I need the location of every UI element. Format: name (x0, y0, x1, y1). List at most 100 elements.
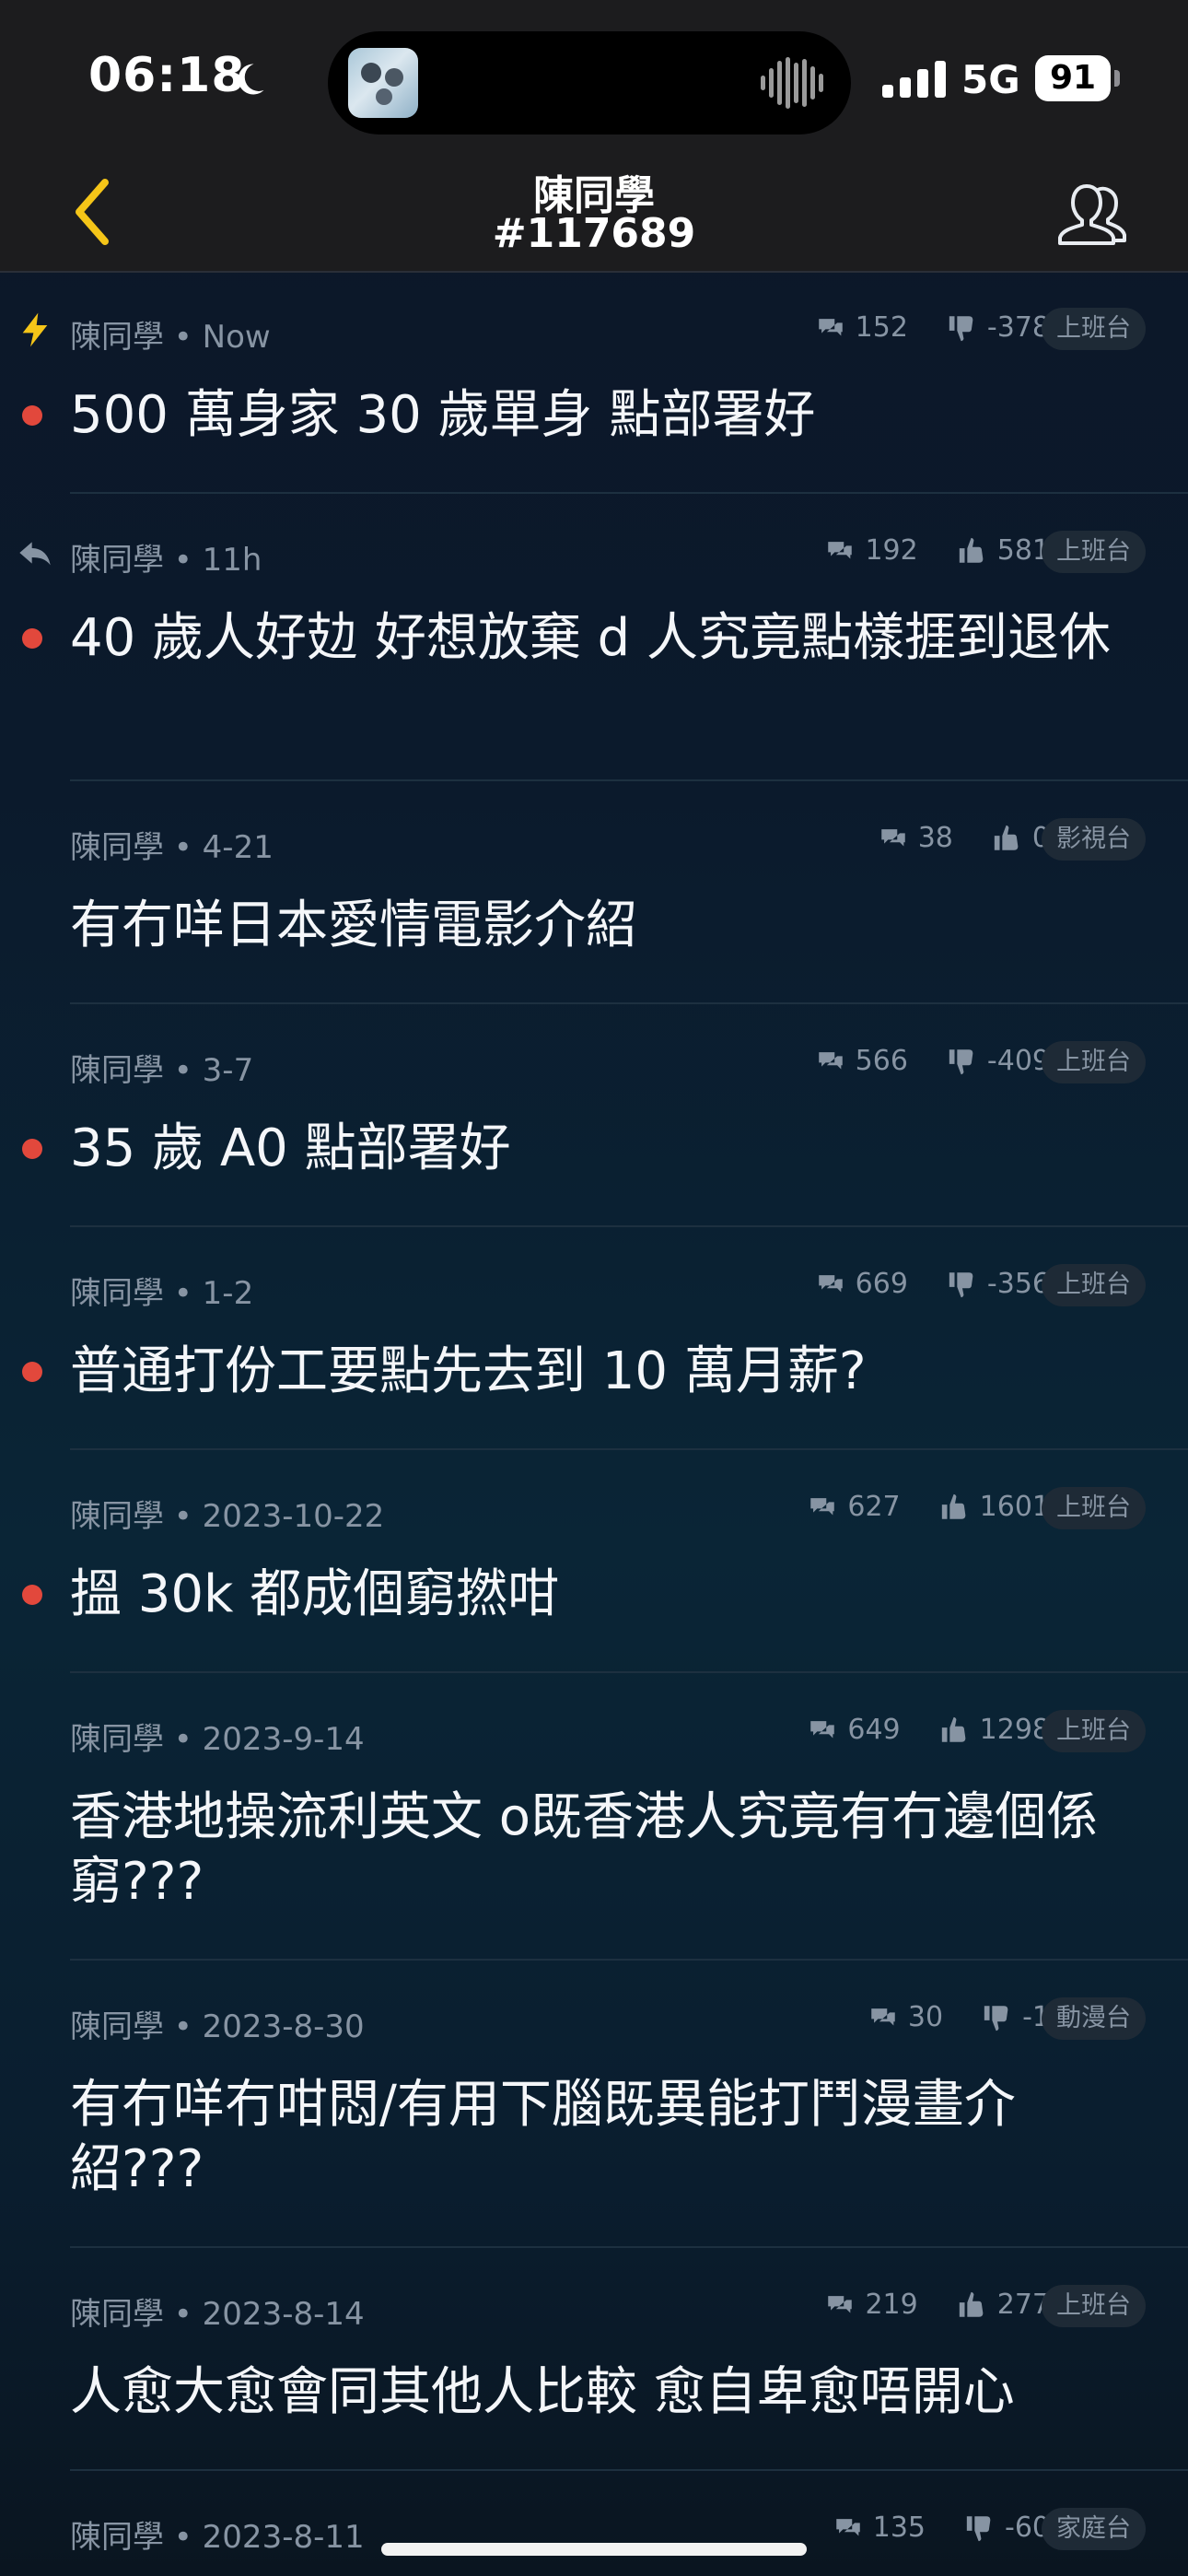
thumbs-down-icon (966, 2515, 991, 2541)
divider (70, 1671, 1188, 1673)
thumbs-up-icon (941, 1493, 965, 1519)
comment-count: 192 (865, 534, 918, 567)
post-title[interactable]: 香港地操流利英文 o既香港人究竟有冇邊個係窮??? (70, 1786, 1138, 1914)
post-time: 4-21 (202, 829, 274, 866)
comment-count: 38 (917, 822, 953, 854)
divider (70, 492, 1188, 494)
board-tag[interactable]: 上班台 (1042, 1264, 1146, 1306)
vote-score: -409 (986, 1045, 1050, 1077)
comment-icon (810, 1720, 835, 1738)
comment-icon (835, 2518, 860, 2535)
post-author[interactable]: 陳同學 (70, 2296, 164, 2333)
post-title[interactable]: 有冇咩冇咁悶/有用下腦既異能打鬥漫畫介紹??? (70, 2073, 1138, 2202)
post-item[interactable]: 陳同學 • 3-7 566 -409 上班台 35 歲 A0 點部署好 (0, 1006, 1188, 1227)
post-item[interactable]: 陳同學 • Now 152 -378 上班台 500 萬身家 30 歲單身 點部… (0, 273, 1188, 494)
post-item[interactable]: 陳同學 • 4-21 38 0 影視台 有冇咩日本愛情電影介紹 (0, 783, 1188, 1004)
comment-count: 30 (907, 2001, 944, 2033)
network-type: 5G (961, 57, 1020, 102)
comment-count: 649 (847, 1714, 901, 1746)
board-tag[interactable]: 上班台 (1042, 1041, 1146, 1083)
post-author[interactable]: 陳同學 (70, 829, 164, 866)
post-stats: 192 581 (824, 534, 1050, 567)
users-icon[interactable] (1050, 177, 1127, 247)
unread-indicator (22, 628, 42, 649)
post-meta[interactable]: 陳同學 • 11h (70, 534, 262, 580)
now-playing-artwork (348, 48, 418, 118)
post-item[interactable]: 陳同學 • 2023-8-30 30 -1 動漫台 有冇咩冇咁悶/有用下腦既異能… (0, 1962, 1188, 2248)
post-author[interactable]: 陳同學 (70, 1498, 164, 1535)
board-tag[interactable]: 上班台 (1042, 308, 1146, 350)
post-item[interactable]: 陳同學 • 1-2 669 -356 上班台 普通打份工要點先去到 10 萬月薪… (0, 1229, 1188, 1450)
board-tag[interactable]: 上班台 (1042, 2285, 1146, 2327)
post-item[interactable]: 陳同學 • 2023-10-22 627 1601 上班台 搵 30k 都成個窮… (0, 1452, 1188, 1673)
post-meta[interactable]: 陳同學 • 4-21 (70, 822, 274, 867)
post-time: 11h (202, 542, 262, 579)
post-author[interactable]: 陳同學 (70, 319, 164, 356)
post-title[interactable]: 500 萬身家 30 歲單身 點部署好 (70, 383, 1138, 448)
comment-count: 669 (855, 1268, 908, 1300)
post-meta[interactable]: 陳同學 • 2023-10-22 (70, 1491, 384, 1536)
vote-score: 1601 (979, 1491, 1050, 1523)
post-item[interactable]: 陳同學 • 2023-8-11 135 -60 家庭台 (0, 2473, 1188, 2576)
thumbs-down-icon (949, 1048, 973, 1074)
post-stats: 566 -409 (815, 1045, 1050, 1077)
comment-count: 219 (865, 2289, 918, 2321)
post-item[interactable]: 陳同學 • 2023-9-14 649 1298 上班台 香港地操流利英文 o既… (0, 1675, 1188, 1961)
home-indicator[interactable] (381, 2543, 807, 2556)
profile-posts-screen: 06:18 5G 91 陳同學 #117689 陳同學 • Now 152 -3… (0, 0, 1188, 2576)
comment-count: 135 (872, 2512, 926, 2544)
post-meta[interactable]: 陳同學 • 2023-9-14 (70, 1714, 365, 1759)
post-stats: 669 -356 (815, 1268, 1050, 1300)
post-time: 2023-8-30 (202, 2008, 365, 2045)
thumbs-up-icon (994, 825, 1019, 850)
comment-icon (880, 828, 905, 846)
comment-count: 627 (847, 1491, 901, 1523)
post-author[interactable]: 陳同學 (70, 1721, 164, 1758)
comment-icon (810, 1497, 835, 1515)
comment-icon (828, 2295, 853, 2313)
post-meta[interactable]: 陳同學 • 2023-8-14 (70, 2289, 365, 2334)
dynamic-island[interactable] (328, 31, 851, 135)
divider (70, 2246, 1188, 2248)
unread-indicator (22, 1362, 42, 1382)
board-tag[interactable]: 家庭台 (1042, 2508, 1146, 2550)
status-bar: 06:18 5G 91 (0, 0, 1188, 155)
post-title[interactable]: 有冇咩日本愛情電影介紹 (70, 894, 1138, 958)
moon-icon (238, 64, 264, 95)
post-title[interactable]: 人愈大愈會同其他人比較 愈自卑愈唔開心 (70, 2360, 1138, 2425)
comment-count: 152 (855, 311, 908, 344)
post-title[interactable]: 35 歲 A0 點部署好 (70, 1117, 1138, 1181)
post-title[interactable]: 搵 30k 都成個窮撚咁 (70, 1563, 1138, 1627)
post-title[interactable]: 普通打份工要點先去到 10 萬月薪? (70, 1340, 1138, 1404)
waveform-icon (761, 57, 823, 109)
nav-header: 陳同學 #117689 (0, 155, 1188, 273)
thumbs-up-icon (959, 537, 984, 563)
post-author[interactable]: 陳同學 (70, 1275, 164, 1312)
post-meta[interactable]: 陳同學 • 2023-8-30 (70, 2001, 365, 2046)
post-meta[interactable]: 陳同學 • Now (70, 311, 271, 357)
board-tag[interactable]: 上班台 (1042, 1487, 1146, 1529)
post-meta[interactable]: 陳同學 • 2023-8-11 (70, 2512, 365, 2557)
comment-icon (818, 1051, 843, 1069)
post-stats: 135 -60 (833, 2512, 1050, 2544)
post-item[interactable]: 陳同學 • 11h 192 581 上班台 40 歲人好攰 好想放棄 d 人究竟… (0, 496, 1188, 781)
post-author[interactable]: 陳同學 (70, 542, 164, 579)
post-title[interactable]: 40 歲人好攰 好想放棄 d 人究竟點樣捱到退休 (70, 606, 1138, 671)
post-item[interactable]: 陳同學 • 2023-8-14 219 277 上班台 人愈大愈會同其他人比較 … (0, 2250, 1188, 2471)
post-time: Now (202, 319, 271, 356)
thumbs-up-icon (941, 1716, 965, 1742)
lightning-icon (22, 312, 48, 347)
post-meta[interactable]: 陳同學 • 3-7 (70, 1045, 253, 1090)
thumbs-down-icon (949, 315, 973, 341)
board-tag[interactable]: 上班台 (1042, 531, 1146, 573)
post-author[interactable]: 陳同學 (70, 2008, 164, 2045)
post-time: 2023-10-22 (202, 1498, 385, 1535)
post-stats: 219 277 (824, 2289, 1050, 2321)
board-tag[interactable]: 動漫台 (1042, 1997, 1146, 2040)
battery-icon: 91 (1035, 55, 1120, 101)
post-author[interactable]: 陳同學 (70, 2519, 164, 2556)
post-meta[interactable]: 陳同學 • 1-2 (70, 1268, 253, 1313)
post-author[interactable]: 陳同學 (70, 1052, 164, 1089)
board-tag[interactable]: 上班台 (1042, 1710, 1146, 1752)
board-tag[interactable]: 影視台 (1042, 818, 1146, 861)
